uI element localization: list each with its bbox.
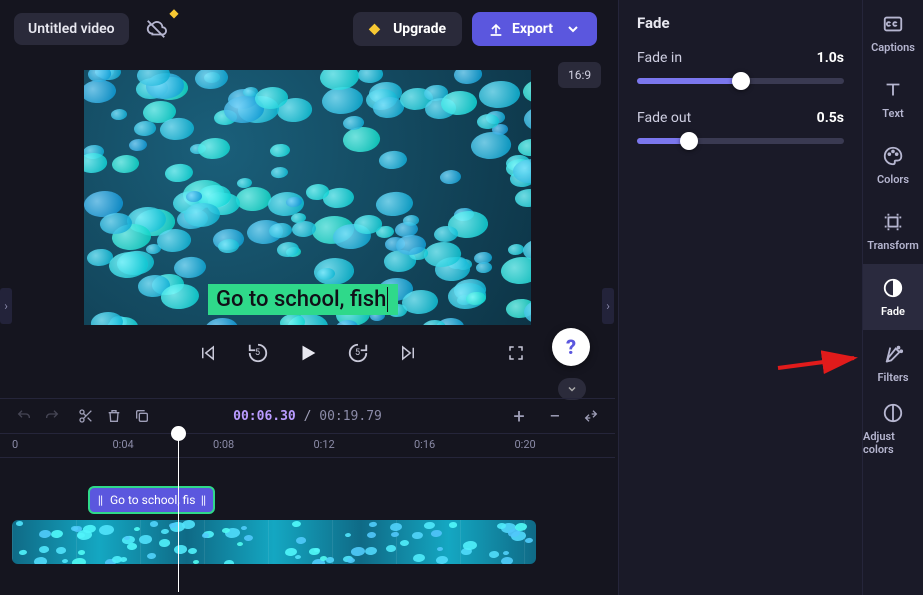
slider-thumb[interactable] [732,72,750,90]
redo-button[interactable] [38,402,66,430]
add-track-button[interactable]: + [505,402,533,430]
preview-canvas[interactable]: // we'll draw fish via script below; pla… [84,70,531,325]
rewind-value: 5 [255,348,260,358]
rail-item-label: Fade [881,305,905,318]
play-button[interactable] [293,338,323,368]
rail-item-label: Adjust colors [863,430,923,456]
slider-thumb[interactable] [680,132,698,150]
undo-button[interactable] [10,402,38,430]
fit-timeline-button[interactable] [577,402,605,430]
export-button[interactable]: Export [472,12,597,46]
properties-panel: Fade Fade in 1.0s Fade out 0.5s [618,0,862,595]
help-button[interactable]: ? [552,328,590,366]
skip-end-button[interactable] [393,338,423,368]
fade-icon [882,277,904,299]
clip-handle-icon[interactable]: || [199,493,207,507]
filters-icon [882,343,904,365]
current-time-text: 00:06.30 [233,409,296,424]
text-icon [882,79,904,101]
rail-item-fade[interactable]: Fade [863,264,923,330]
fullscreen-button[interactable] [501,338,531,368]
fade-out-label: Fade out [637,110,691,126]
fade-out-value: 0.5s [817,110,844,126]
timecode-display: 00:06.30 / 00:19.79 [233,409,382,424]
diamond-icon: ◆ [369,21,385,37]
rail-item-label: Colors [877,173,909,186]
right-rail: Captions Text Colors Transform Fade Filters Ad… [862,0,923,595]
skip-start-button[interactable] [193,338,223,368]
upgrade-label: Upgrade [393,21,446,37]
ruler-tick: 0:20 [515,434,616,457]
rail-item-label: Text [882,107,903,120]
duplicate-button[interactable] [128,402,156,430]
ruler-tick: 0:16 [414,434,515,457]
sync-off-icon[interactable]: ◆ [139,12,173,46]
rail-item-transform[interactable]: Transform [863,198,923,264]
fade-out-slider[interactable] [637,138,844,144]
aspect-ratio-button[interactable]: 16:9 [558,62,601,88]
forward-5-button[interactable]: 5 [343,338,373,368]
upload-icon [488,21,504,37]
project-title[interactable]: Untitled video [14,13,129,45]
collapse-preview-button[interactable] [558,378,586,400]
adjust-icon [882,402,904,424]
timeline-ruler[interactable]: 0 0:04 0:08 0:12 0:16 0:20 [0,434,615,458]
rail-item-label: Captions [871,41,915,54]
chevron-down-icon [566,383,578,395]
timeline-toolbar: 00:06.30 / 00:19.79 + − [0,398,615,434]
upgrade-button[interactable]: ◆ Upgrade [353,12,462,46]
ruler-tick: 0 [12,434,113,457]
ruler-tick: 0:08 [213,434,314,457]
panel-title: Fade [637,14,844,32]
chevron-down-icon [565,21,581,37]
zoom-out-button[interactable]: − [541,402,569,430]
fade-in-label: Fade in [637,50,682,66]
cc-icon [882,13,904,35]
fade-in-value: 1.0s [817,50,844,66]
diamond-badge-icon: ◆ [169,6,178,20]
palette-icon [882,145,904,167]
export-label: Export [512,21,553,37]
ruler-tick: 0:12 [314,434,415,457]
rail-item-text[interactable]: Text [863,66,923,132]
video-clip[interactable] [12,520,536,564]
rail-item-label: Filters [878,371,909,384]
playhead[interactable] [178,432,179,592]
ruler-tick: 0:04 [113,434,214,457]
fade-in-slider[interactable] [637,78,844,84]
transport-controls: 5 5 [84,338,531,368]
caption-clip-label: Go to school, fis [110,493,196,507]
rail-item-captions[interactable]: Captions [863,0,923,66]
rail-item-label: Transform [867,239,919,252]
right-panel-toggle[interactable]: › [602,288,614,324]
transform-icon [882,211,904,233]
rail-item-adjust[interactable]: Adjust colors [863,396,923,462]
rewind-5-button[interactable]: 5 [243,338,273,368]
duration-text: 00:19.79 [319,409,382,424]
caption-overlay[interactable]: Go to school, fish [208,284,398,315]
clip-handle-icon[interactable]: || [96,493,104,507]
split-button[interactable] [72,402,100,430]
delete-button[interactable] [100,402,128,430]
caption-overlay-text: Go to school, fish [216,287,388,312]
left-panel-toggle[interactable]: › [0,288,12,324]
caption-clip[interactable]: || Go to school, fis || [88,486,215,514]
rail-item-filters[interactable]: Filters [863,330,923,396]
forward-value: 5 [355,348,360,358]
rail-item-colors[interactable]: Colors [863,132,923,198]
